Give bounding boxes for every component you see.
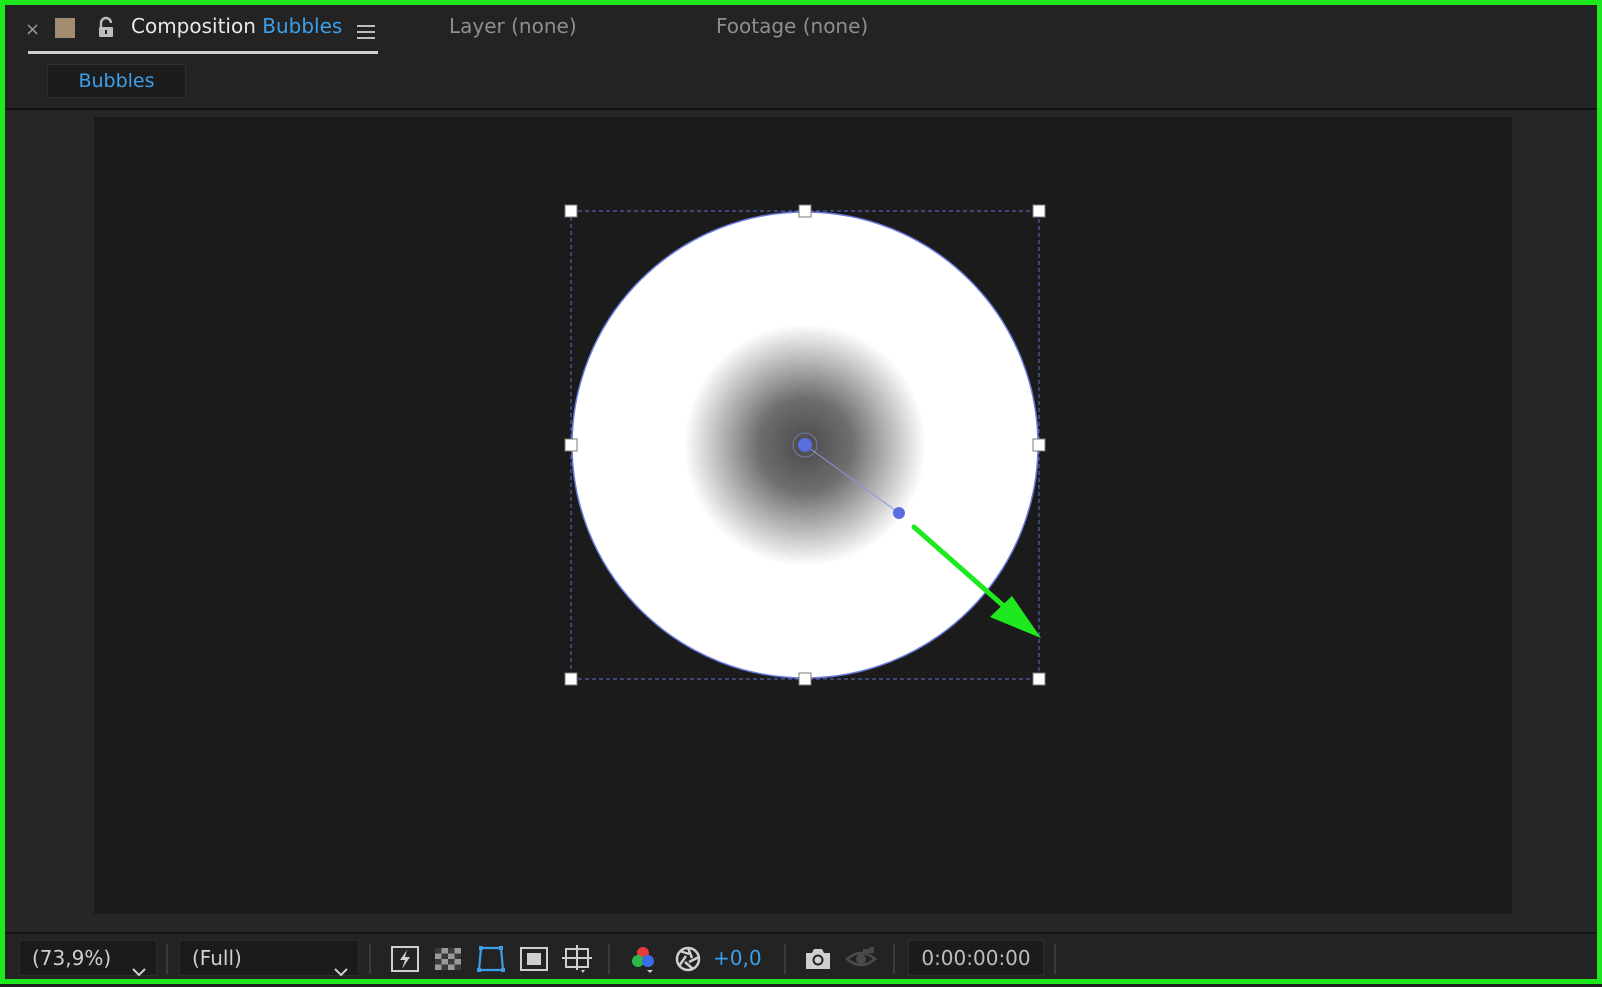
transparency-grid-icon[interactable] [432, 944, 464, 974]
resolution-dropdown[interactable]: (Full) [179, 940, 359, 977]
toolbar-separator [893, 944, 895, 974]
handle-top-left[interactable] [564, 204, 578, 218]
handle-middle-right[interactable] [1032, 438, 1046, 452]
current-time-display[interactable]: 0:00:00:00 [908, 940, 1044, 976]
gradient-start-point[interactable] [798, 438, 812, 452]
exposure-value[interactable]: +0,0 [713, 946, 762, 970]
tab-composition-prefix: Composition [131, 14, 256, 38]
mask-path-visibility-icon[interactable] [475, 944, 507, 974]
fast-previews-icon[interactable] [389, 944, 421, 974]
label-color-chip[interactable] [55, 18, 75, 38]
guides-grid-icon[interactable] [561, 944, 593, 974]
handle-bottom-center[interactable] [798, 672, 812, 686]
active-tab-indicator [28, 51, 378, 54]
toolbar-separator [166, 944, 168, 974]
region-of-interest-icon[interactable] [518, 944, 550, 974]
handle-middle-left[interactable] [564, 438, 578, 452]
handle-top-center[interactable] [798, 204, 812, 218]
panel-tab-bar: × Composition Bubbles Layer (none) Foota… [0, 0, 1602, 60]
show-snapshot-icon[interactable] [845, 944, 877, 974]
magnification-dropdown[interactable]: (73,9%) [19, 940, 157, 977]
show-channel-icon[interactable] [627, 944, 659, 974]
snapshot-camera-icon[interactable] [802, 944, 834, 974]
handle-top-right[interactable] [1032, 204, 1046, 218]
toolbar-separator [608, 944, 610, 974]
close-panel-button[interactable]: × [25, 19, 40, 40]
tab-footage[interactable]: Footage (none) [716, 14, 868, 38]
tab-composition-name: Bubbles [262, 14, 343, 38]
reset-exposure-icon[interactable] [672, 944, 704, 974]
tab-composition[interactable]: Composition Bubbles [131, 14, 342, 38]
toolbar-separator [784, 944, 786, 974]
toolbar-separator [1054, 944, 1056, 974]
composition-breadcrumb[interactable]: Bubbles [47, 64, 186, 98]
tab-layer[interactable]: Layer (none) [449, 14, 577, 38]
gradient-end-point[interactable] [893, 507, 905, 519]
magnification-value: (73,9%) [32, 946, 112, 970]
toolbar-separator [369, 944, 371, 974]
handle-bottom-left[interactable] [564, 672, 578, 686]
resolution-value: (Full) [192, 946, 242, 970]
lock-icon[interactable] [95, 16, 117, 44]
panel-menu-icon[interactable] [357, 24, 375, 44]
chevron-down-icon [132, 953, 146, 987]
handle-bottom-right[interactable] [1032, 672, 1046, 686]
chevron-down-icon [334, 953, 348, 987]
